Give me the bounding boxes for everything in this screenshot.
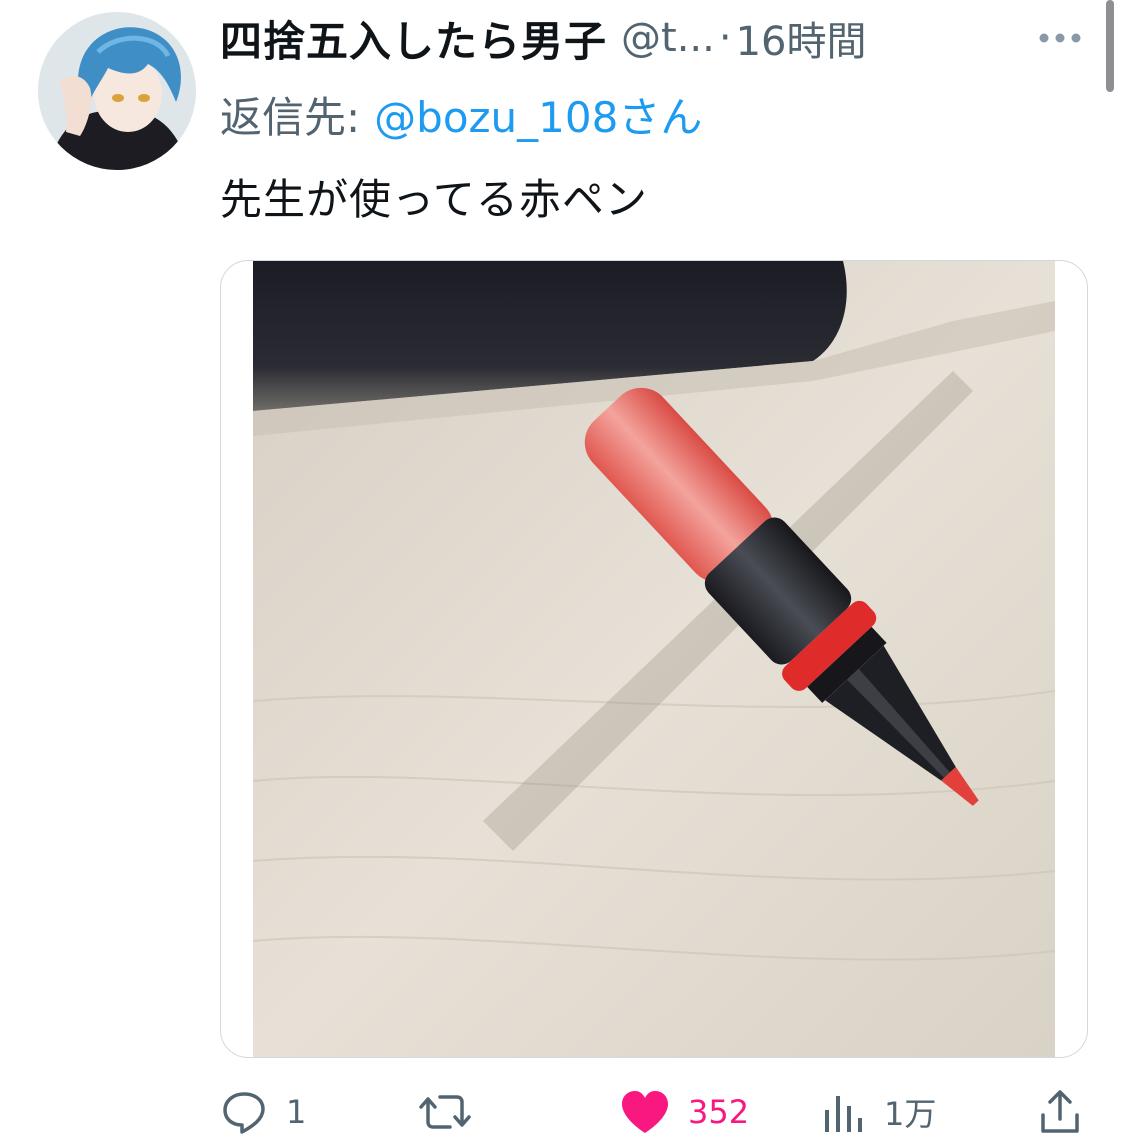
more-button[interactable]	[1030, 18, 1090, 58]
replying-to: 返信先: @bozu_108さん	[220, 86, 702, 142]
timestamp[interactable]: 16時間	[736, 9, 867, 67]
reply-button[interactable]: 1	[220, 1080, 306, 1144]
more-dots-icon	[1039, 33, 1081, 43]
separator-dot: ·	[718, 15, 732, 61]
avatar[interactable]	[38, 12, 196, 170]
share-button[interactable]	[1040, 1080, 1080, 1144]
like-count: 352	[688, 1093, 750, 1131]
tweet-text: 先生が使ってる赤ペン	[220, 175, 648, 224]
views-count: 1万	[884, 1095, 937, 1133]
reply-count: 1	[286, 1093, 307, 1131]
display-name[interactable]: 四捨五入したら男子	[220, 8, 607, 69]
retweet-icon	[419, 1095, 471, 1129]
like-button[interactable]: 352	[620, 1080, 749, 1144]
tweet[interactable]: 四捨五入したら男子 @t... · 16時間 返信先: @bozu_108さん …	[0, 0, 1125, 1144]
action-bar: 1 352 1万	[0, 1080, 1125, 1144]
media-card[interactable]	[220, 260, 1088, 1058]
heart-icon	[622, 1091, 668, 1133]
reply-handle-link[interactable]: @bozu_108さん	[374, 84, 702, 145]
photo-red-pen[interactable]	[253, 261, 1055, 1057]
tweet-header: 四捨五入したら男子 @t... · 16時間	[220, 10, 866, 66]
retweet-button[interactable]	[418, 1080, 490, 1144]
share-icon	[1041, 1090, 1079, 1133]
reply-icon	[223, 1092, 265, 1134]
views-icon	[825, 1096, 862, 1132]
views-button[interactable]: 1万	[822, 1080, 936, 1144]
reply-prefix: 返信先:	[220, 92, 361, 142]
user-handle[interactable]: @t...	[621, 15, 715, 61]
avatar-image	[38, 12, 196, 170]
scrollbar[interactable]	[1106, 0, 1114, 92]
